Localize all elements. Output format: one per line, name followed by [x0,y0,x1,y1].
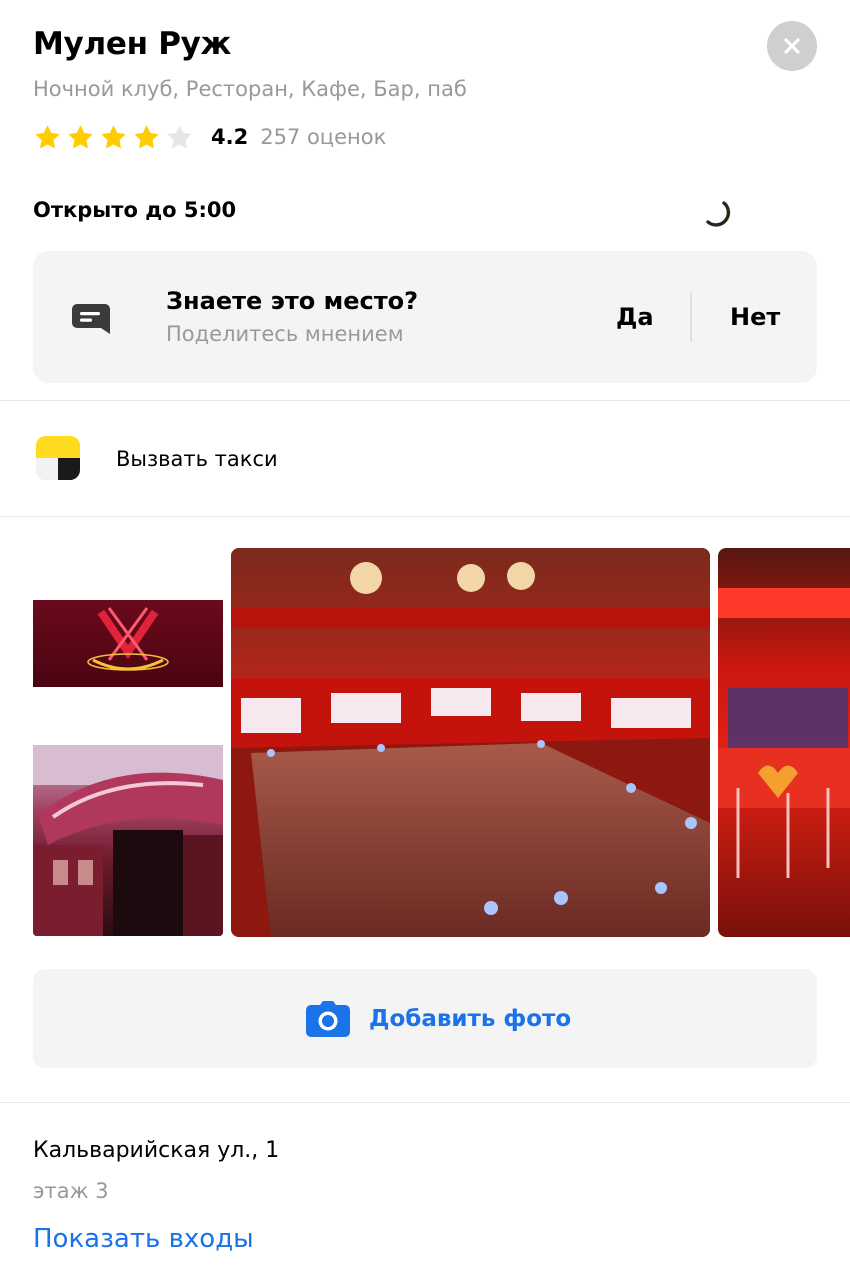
star-icon [101,124,126,148]
call-taxi-button[interactable]: Вызвать такси [0,402,850,516]
photo-bar[interactable] [718,548,850,937]
show-entrances-link[interactable]: Показать входы [33,1224,254,1254]
close-icon [784,38,800,54]
rating-count: 257 оценок [260,125,387,149]
taxi-icon [36,436,80,480]
yes-button[interactable]: Да [616,303,654,331]
camera-icon [306,1001,350,1037]
divider [0,516,850,517]
rating-value: 4.2 [211,125,249,149]
star-icon [134,124,159,148]
photo-entrance[interactable] [33,745,223,936]
add-photo-button[interactable]: Добавить фото [33,969,817,1068]
divider [0,400,850,401]
chat-icon [72,304,110,334]
opening-hours[interactable]: Открыто до 5:00 [33,198,236,222]
rating-stars [33,123,194,152]
divider [690,292,692,342]
photo-hall[interactable] [231,548,710,937]
page-title: Мулен Руж [33,26,232,62]
feedback-card: Знаете это место? Поделитесь мнением Да … [33,251,817,383]
feedback-title: Знаете это место? [166,287,419,315]
divider [0,1102,850,1103]
rating-row[interactable]: 4.2 257 оценок [33,122,386,152]
star-icon [167,124,192,148]
call-taxi-label: Вызвать такси [116,447,278,471]
no-button[interactable]: Нет [730,303,780,331]
close-button[interactable] [767,21,817,71]
loading-spinner-icon [706,201,731,227]
star-icon [68,124,93,148]
feedback-subtitle: Поделитесь мнением [166,322,404,346]
address-street[interactable]: Кальварийская ул., 1 [33,1138,279,1163]
add-photo-label: Добавить фото [369,1006,572,1032]
address-floor: этаж 3 [33,1179,109,1203]
photo-logo[interactable] [33,600,223,687]
star-icon [35,124,60,148]
categories-text: Ночной клуб, Ресторан, Кафе, Бар, паб [33,77,467,101]
